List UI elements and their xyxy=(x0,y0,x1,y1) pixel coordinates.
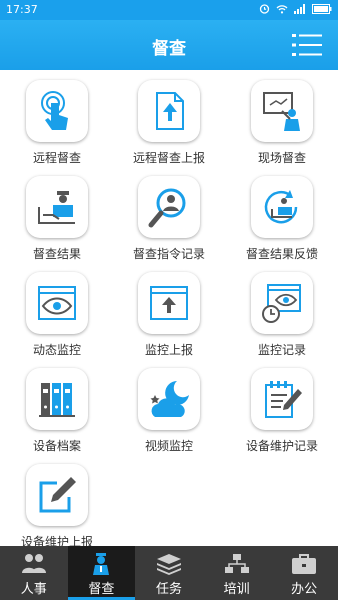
tab-label: 督查 xyxy=(88,582,115,597)
tile-maintenance-report[interactable] xyxy=(26,464,88,526)
status-icons xyxy=(259,3,332,14)
grid-item-inspection-feedback[interactable]: 督查结果反馈 xyxy=(226,166,338,262)
tab-label: 人事 xyxy=(20,582,47,597)
tab-tasks[interactable]: 任务 xyxy=(135,546,203,600)
tile-dynamic-monitoring[interactable] xyxy=(26,272,88,334)
grid-item-label: 远程督查 xyxy=(32,151,81,165)
tile-remote-inspection-report[interactable] xyxy=(138,80,200,142)
page-title: 督查 xyxy=(152,39,186,59)
grid-item-maintenance-report[interactable]: 设备维护上报 xyxy=(1,454,113,550)
tile-inspection-order-log[interactable] xyxy=(138,176,200,238)
grid-item-label: 现场督查 xyxy=(257,151,306,165)
grid-item-inspection-order-log[interactable]: 督查指令记录 xyxy=(113,166,225,262)
tab-inspection[interactable]: 督查 xyxy=(67,546,136,600)
grid-item-label: 设备维护记录 xyxy=(245,439,318,453)
tab-label: 任务 xyxy=(155,582,182,597)
battery-icon xyxy=(312,3,332,14)
status-time: 17:37 xyxy=(6,3,38,16)
grid-item-remote-inspection-report[interactable]: 远程督查上报 xyxy=(113,70,225,166)
grid-item-monitoring-log[interactable]: 监控记录 xyxy=(226,262,338,358)
tile-monitoring-log[interactable] xyxy=(251,272,313,334)
tile-remote-inspection[interactable] xyxy=(26,80,88,142)
tab-personnel[interactable]: 人事 xyxy=(0,546,68,600)
app-header: 督查 xyxy=(0,20,338,70)
grid-item-label: 远程督查上报 xyxy=(132,151,205,165)
list-menu-button[interactable] xyxy=(292,32,322,58)
tab-label: 办公 xyxy=(291,582,318,597)
upload-doc-icon xyxy=(156,92,184,130)
briefcase-icon xyxy=(291,552,317,576)
list-menu-icon xyxy=(292,34,322,56)
tab-label: 培训 xyxy=(223,582,250,597)
inspector-desk-icon xyxy=(38,191,75,224)
signal-icon xyxy=(294,3,305,14)
grid-item-label: 监控上报 xyxy=(144,343,193,357)
grid-item-equipment-archive[interactable]: 设备档案 xyxy=(1,358,113,454)
eye-clock-icon xyxy=(262,284,301,323)
eye-window-icon xyxy=(38,286,76,320)
tile-inspection-result[interactable] xyxy=(26,176,88,238)
tile-equipment-archive[interactable] xyxy=(26,368,88,430)
bottom-tab-bar: 人事 督查 任务 培训 办公 xyxy=(0,546,338,600)
grid-item-dynamic-monitoring[interactable]: 动态监控 xyxy=(1,262,113,358)
touch-icon xyxy=(41,91,68,130)
grid-item-label: 动态监控 xyxy=(32,343,81,357)
status-bar: 17:37 xyxy=(0,0,338,20)
grid-item-label: 监控记录 xyxy=(257,343,306,357)
upload-window-icon xyxy=(150,286,188,320)
tab-training[interactable]: 培训 xyxy=(203,546,271,600)
wifi-icon xyxy=(276,4,288,13)
notepad-pen-icon xyxy=(265,381,302,418)
people-icon xyxy=(21,552,47,576)
grid-item-label: 设备档案 xyxy=(32,439,81,453)
grid-item-remote-inspection[interactable]: 远程督查 xyxy=(1,70,113,166)
inspector-icon xyxy=(90,552,112,576)
stack-icon xyxy=(156,552,182,576)
presentation-icon xyxy=(263,92,300,131)
tile-monitoring-report[interactable] xyxy=(138,272,200,334)
edit-icon xyxy=(39,477,76,513)
grid-item-label: 督查结果 xyxy=(32,247,81,261)
tile-inspection-feedback[interactable] xyxy=(251,176,313,238)
tile-onsite-inspection[interactable] xyxy=(251,80,313,142)
night-cloud-icon xyxy=(150,381,189,417)
network-icon xyxy=(224,552,250,576)
grid-item-monitoring-report[interactable]: 监控上报 xyxy=(113,262,225,358)
grid-item-inspection-result[interactable]: 督查结果 xyxy=(1,166,113,262)
tile-maintenance-log[interactable] xyxy=(251,368,313,430)
magnifier-person-icon xyxy=(148,188,186,228)
grid-item-label: 督查结果反馈 xyxy=(245,247,318,261)
grid-item-onsite-inspection[interactable]: 现场督查 xyxy=(226,70,338,166)
grid-item-video-monitoring[interactable]: 视频监控 xyxy=(113,358,225,454)
tile-video-monitoring[interactable] xyxy=(138,368,200,430)
alarm-icon xyxy=(259,4,270,14)
grid-item-label: 视频监控 xyxy=(144,439,193,453)
binders-icon xyxy=(39,383,75,417)
grid-item-maintenance-log[interactable]: 设备维护记录 xyxy=(226,358,338,454)
grid-item-label: 督查指令记录 xyxy=(132,247,205,261)
tab-office[interactable]: 办公 xyxy=(270,546,338,600)
feedback-cycle-icon xyxy=(264,190,298,224)
